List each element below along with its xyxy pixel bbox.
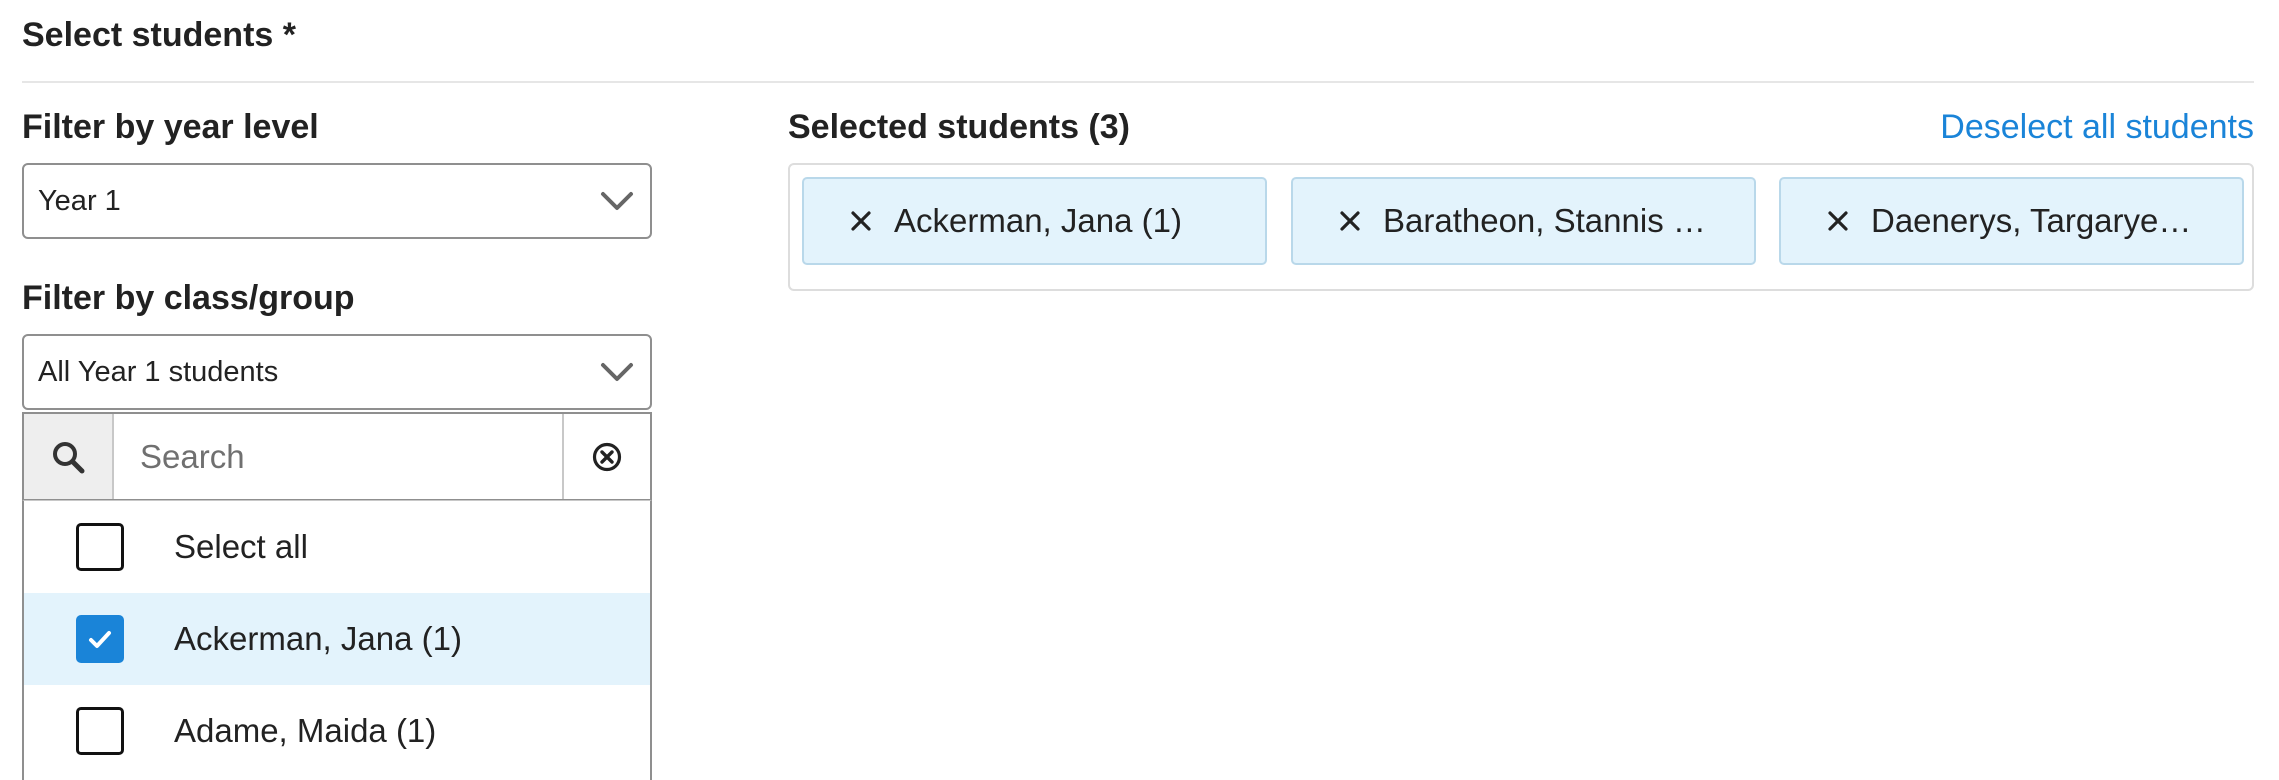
checkmark-icon xyxy=(89,631,111,648)
student-search-bar xyxy=(22,412,652,500)
list-item[interactable]: Adame, Maida (1) xyxy=(24,685,650,777)
deselect-all-link[interactable]: Deselect all students xyxy=(1940,108,2254,147)
clear-circle-icon xyxy=(592,442,622,471)
close-icon[interactable] xyxy=(1825,208,1851,234)
year-level-select[interactable]: Year 1 xyxy=(22,163,652,239)
clear-search-button[interactable] xyxy=(564,414,650,499)
close-icon[interactable] xyxy=(848,208,874,234)
list-item-label: Select all xyxy=(174,528,308,565)
class-group-select[interactable]: All Year 1 students xyxy=(22,334,652,410)
select-students-page: Select students * Filter by year level Y… xyxy=(0,0,2279,780)
chevron-down-icon xyxy=(601,192,633,210)
search-icon xyxy=(53,441,85,473)
selected-student-chip[interactable]: Ackerman, Jana (1) xyxy=(802,177,1267,265)
selected-students-label: Selected students (3) xyxy=(788,108,1130,146)
selected-student-chip[interactable]: Baratheon, Stannis … xyxy=(1291,177,1756,265)
student-checkbox[interactable] xyxy=(76,707,124,755)
select-all-item[interactable]: Select all xyxy=(24,501,650,593)
year-level-value: Year 1 xyxy=(38,184,121,217)
list-item[interactable]: Ackerman, Jana (1) xyxy=(24,593,650,685)
selected-students-box: Ackerman, Jana (1) Baratheon, Stannis … … xyxy=(788,163,2254,291)
class-group-value: All Year 1 students xyxy=(38,355,279,388)
student-checkbox-checked[interactable] xyxy=(76,615,124,663)
chevron-down-icon xyxy=(601,363,633,381)
selected-student-chip[interactable]: Daenerys, Targarye… xyxy=(1779,177,2244,265)
search-input[interactable] xyxy=(114,414,564,499)
select-all-checkbox[interactable] xyxy=(76,523,124,571)
year-filter-label: Filter by year level xyxy=(22,108,319,146)
chip-label: Baratheon, Stannis … xyxy=(1383,202,1706,239)
search-icon-box xyxy=(24,414,114,499)
list-item-label: Ackerman, Jana (1) xyxy=(174,620,462,657)
chip-label: Daenerys, Targarye… xyxy=(1871,202,2192,239)
class-filter-label: Filter by class/group xyxy=(22,279,355,317)
section-divider xyxy=(22,81,2254,83)
chip-label: Ackerman, Jana (1) xyxy=(894,202,1182,239)
student-list: Select all Ackerman, Jana (1) Adame, Mai… xyxy=(22,500,652,780)
list-item-label: Adame, Maida (1) xyxy=(174,712,437,749)
close-icon[interactable] xyxy=(1337,208,1363,234)
section-title: Select students * xyxy=(22,16,296,54)
